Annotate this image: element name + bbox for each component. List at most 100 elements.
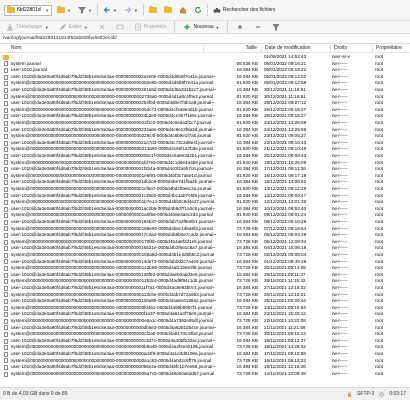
file-row[interactable]: system@000000000000000000000000000000000… — [0, 160, 410, 167]
file-row[interactable]: user-1010@da3e0a90f4d6ab7f6d2f48b1e6c5e3… — [0, 351, 410, 358]
file-rights: rw-r----- — [332, 93, 348, 99]
column-size[interactable]: Taille — [204, 44, 259, 53]
address-bar[interactable]: /var/log/journal/f9d2280141914f52eb830fe… — [0, 34, 410, 44]
parent-folder-button[interactable] — [147, 4, 159, 17]
file-row[interactable]: system@000000000000000000000000000000000… — [0, 133, 410, 140]
file-name: user-1010@da3e0a90f4d6ab7f6d2f48b1e6c5e3… — [11, 126, 216, 132]
select-all-button[interactable] — [234, 21, 246, 34]
file-row[interactable]: user-1010@da3e0a90f4d6ab7f6d2f48b1e6c5e3… — [0, 74, 410, 81]
deselect-button[interactable] — [252, 21, 264, 34]
file-row[interactable]: user-1010@da3e0a90f4d6ab7f6d2f48b1e6c5e3… — [0, 364, 410, 371]
file-rights: rw-r----- — [332, 113, 348, 119]
file-row[interactable]: system@000000000000000000000000000000000… — [0, 173, 410, 180]
file-row[interactable]: system@000000000000000000000000000000000… — [0, 305, 410, 312]
file-row[interactable]: system@000000000000000000000000000000000… — [0, 107, 410, 114]
home-button[interactable] — [177, 4, 189, 17]
file-icon — [4, 186, 8, 192]
delete-button[interactable] — [96, 21, 108, 34]
file-row[interactable]: user-1010@da3e0a90f4d6ab7f6d2f48b1e6c5e3… — [0, 272, 410, 279]
file-row[interactable]: system@000000000000000000000000000000000… — [0, 226, 410, 233]
rename-button[interactable] — [114, 21, 126, 34]
file-row[interactable]: system@000000000000000000000000000000000… — [0, 344, 410, 351]
back-button[interactable]: ▼ — [101, 4, 119, 17]
file-row[interactable]: system@000000000000000000000000000000000… — [0, 331, 410, 338]
file-row[interactable]: system@000000000000000000000000000000000… — [0, 318, 410, 325]
file-icon — [4, 213, 8, 219]
file-date: 19/11/2021 09:12:37 — [264, 337, 306, 343]
file-row[interactable]: user-1010@da3e0a90f4d6ab7f6d2f48b1e6c5e3… — [0, 338, 410, 345]
file-size: 81 920 KB — [236, 120, 258, 125]
new-button[interactable]: Nouveau ▼ — [181, 21, 221, 34]
filter-toggle-button[interactable] — [270, 21, 282, 34]
file-row[interactable]: system@000000000000000000000000000000000… — [0, 265, 410, 272]
file-row[interactable]: user-1010@da3e0a90f4d6ab7f6d2f48b1e6c5e3… — [0, 219, 410, 226]
forward-button[interactable]: ▼ — [122, 4, 140, 17]
file-row[interactable]: user-1010@da3e0a90f4d6ab7f6d2f48b1e6c5e3… — [0, 127, 410, 134]
file-row[interactable]: user-1010@da3e0a90f4d6ab7f6d2f48b1e6c5e3… — [0, 311, 410, 318]
file-row[interactable]: user-1010@da3e0a90f4d6ab7f6d2f48b1e6c5e3… — [0, 166, 410, 173]
file-row[interactable]: .. 01/06/2021 14:52:43 rwxr-sr-x root — [0, 54, 410, 61]
file-row[interactable]: system@000000000000000000000000000000000… — [0, 120, 410, 127]
file-icon — [4, 153, 8, 159]
file-date: 08/12/2021 09:10:29 — [264, 219, 307, 224]
file-row[interactable]: system@000000000000000000000000000000000… — [0, 292, 410, 299]
file-row[interactable]: user-1010@da3e0a90f4d6ab7f6d2f48b1e6c5e3… — [0, 325, 410, 332]
file-size: 16 384 KB — [236, 153, 258, 158]
file-row[interactable]: system@000000000000000000000000000000000… — [0, 278, 410, 285]
file-name: system@000000000000000000000000000000000… — [11, 133, 212, 139]
file-size: 16 384 KB — [236, 271, 258, 277]
file-rights: rw-r----- — [332, 351, 348, 356]
file-row[interactable]: system@000000000000000000000000000000000… — [0, 358, 410, 365]
edit-button[interactable]: Editer ▼ — [57, 21, 90, 34]
file-row[interactable]: system@000000000000000000000000000000000… — [0, 146, 410, 153]
file-row[interactable]: user-1010@da3e0a90f4d6ab7f6d2f48b1e6c5e3… — [0, 113, 410, 120]
download-button[interactable]: Télécharger ▼ — [4, 21, 51, 34]
file-row[interactable]: system@000000000000000000000000000000000… — [0, 252, 410, 259]
file-row[interactable]: system@000000000000000000000000000000000… — [0, 94, 410, 101]
file-row[interactable]: user-1010@da3e0a90f4d6ab7f6d2f48b1e6c5e3… — [0, 193, 410, 200]
search-files-button[interactable]: Rechercher des fichiers — [211, 4, 278, 17]
column-rights[interactable]: Droits — [331, 44, 371, 53]
file-name: system@000000000000000000000000000000000… — [11, 80, 214, 86]
file-icon — [4, 107, 8, 113]
file-rights: rw-r----- — [332, 133, 348, 139]
file-name: system@000000000000000000000000000000000… — [11, 304, 212, 310]
file-row[interactable]: system@000000000000000000000000000000000… — [0, 80, 410, 87]
file-row[interactable]: user-1010@da3e0a90f4d6ab7f6d2f48b1e6c5e3… — [0, 259, 410, 266]
column-name[interactable]: Nom — [8, 44, 198, 53]
file-date: 05/12/2021 12:09:34 — [264, 238, 307, 244]
file-row[interactable]: user-1010@da3e0a90f4d6ab7f6d2f48b1e6c5e3… — [0, 153, 410, 160]
properties-button[interactable]: Propriétés — [132, 21, 169, 34]
file-date: 20/11/2021 09:15:13 — [264, 331, 306, 337]
file-row[interactable]: system@000000000000000000000000000000000… — [0, 199, 410, 206]
file-row[interactable]: user-1010@da3e0a90f4d6ab7f6d2f48b1e6c5e3… — [0, 87, 410, 94]
file-row[interactable]: user-1010@da3e0a90f4d6ab7f6d2f48b1e6c5e3… — [0, 245, 410, 252]
file-row[interactable]: system.journal 65 536 KB 05/01/2022 09:16:… — [0, 61, 410, 68]
column-owner[interactable]: Propriétaire — [373, 44, 410, 53]
file-row[interactable]: user-1010@da3e0a90f4d6ab7f6d2f48b1e6c5e3… — [0, 206, 410, 213]
file-row[interactable]: user-1010@da3e0a90f4d6ab7f6d2f48b1e6c5e3… — [0, 298, 410, 305]
file-row[interactable]: user-1010@da3e0a90f4d6ab7f6d2f48b1e6c5e3… — [0, 285, 410, 292]
file-row[interactable]: system@000000000000000000000000000000000… — [0, 239, 410, 246]
file-row[interactable]: user-1010@da3e0a90f4d6ab7f6d2f48b1e6c5e3… — [0, 179, 410, 186]
file-row[interactable]: user-1010@da3e0a90f4d6ab7f6d2f48b1e6c5e3… — [0, 140, 410, 147]
file-row[interactable]: user-1010.journal 16 384 KB 05/01/2022 09:… — [0, 67, 410, 74]
path-input[interactable]: /var/log/journal/f9d2280141914f52eb830fe… — [0, 34, 117, 44]
folder-open-button[interactable]: ▼ — [55, 4, 73, 17]
file-rights: rw-r----- — [332, 252, 348, 257]
file-size: 81 920 KB — [236, 186, 258, 191]
column-date[interactable]: Date de modification — [262, 44, 332, 53]
root-folder-button[interactable] — [162, 4, 174, 17]
file-icon — [4, 305, 8, 311]
file-row[interactable]: system@000000000000000000000000000000000… — [0, 371, 410, 378]
file-icon — [4, 81, 8, 87]
refresh-button[interactable] — [192, 4, 204, 17]
folder-combo[interactable]: f9d22801d ▼ — [4, 4, 52, 16]
file-rights: rw-r----- — [332, 298, 348, 304]
file-row[interactable]: system@000000000000000000000000000000000… — [0, 212, 410, 219]
file-row[interactable]: user-1010@da3e0a90f4d6ab7f6d2f48b1e6c5e3… — [0, 232, 410, 239]
file-row[interactable]: system@000000000000000000000000000000000… — [0, 186, 410, 193]
filter-button[interactable]: ▼ — [76, 4, 94, 17]
file-row[interactable]: user-1010@da3e0a90f4d6ab7f6d2f48b1e6c5e3… — [0, 100, 410, 107]
arrow-left-icon — [103, 7, 110, 13]
